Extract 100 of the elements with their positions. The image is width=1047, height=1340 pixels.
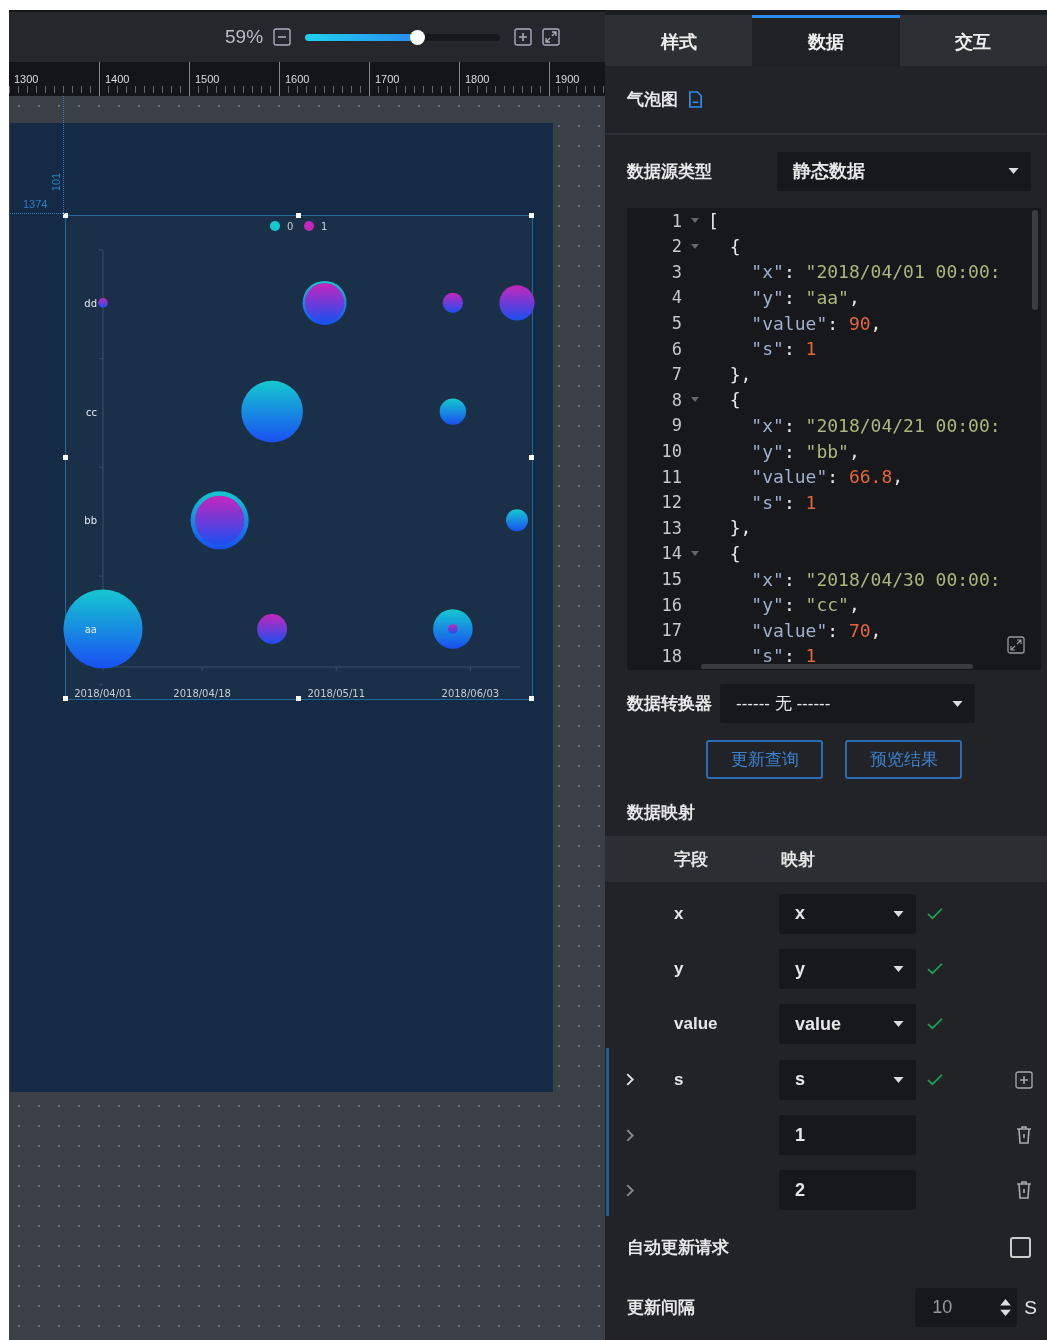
code-line: "s": 1	[750, 338, 817, 360]
line-number: 9	[670, 415, 682, 436]
fold-icon[interactable]	[691, 243, 699, 249]
field-label: 数据源类型	[627, 161, 712, 183]
ruler-label: 1400	[105, 73, 130, 85]
fold-icon[interactable]	[691, 218, 699, 224]
mapping-select[interactable]: s	[779, 1059, 916, 1100]
code-line: "value": 90,	[750, 312, 882, 334]
source-type-select[interactable]: 静态数据	[777, 152, 1031, 191]
outline-button[interactable]: 预览结果	[845, 740, 962, 780]
bubble[interactable]	[506, 509, 528, 532]
bubble[interactable]	[433, 609, 473, 649]
y-axis-label: cc	[86, 406, 97, 418]
resize-handle[interactable]	[296, 696, 301, 701]
ruler-label: 1500	[195, 73, 220, 85]
line-number: 7	[670, 364, 682, 385]
ruler-label: 1300	[14, 73, 39, 85]
resize-handle[interactable]	[63, 454, 68, 460]
panel-tab[interactable]: 数据	[752, 15, 900, 67]
guide-label: 101	[50, 172, 63, 192]
line-number: 14	[660, 543, 682, 564]
code-editor[interactable]	[627, 207, 1041, 671]
line-number: 6	[670, 338, 682, 359]
value-field[interactable]: 1	[779, 1115, 916, 1155]
bubble[interactable]	[195, 495, 245, 545]
bubble[interactable]	[98, 298, 108, 308]
bubble[interactable]	[439, 398, 467, 425]
code-line: "y": "aa",	[750, 286, 860, 308]
bubble[interactable]	[257, 614, 288, 644]
fold-icon[interactable]	[691, 550, 699, 556]
mapping-select[interactable]: value	[779, 1004, 916, 1045]
resize-handle[interactable]	[529, 213, 534, 218]
code-line: "s": 1	[750, 491, 817, 513]
ruler-label: 1900	[555, 73, 580, 85]
legend-label: 0	[287, 221, 294, 232]
legend-label: 1	[321, 221, 328, 232]
x-axis-label: 2018/04/18	[173, 688, 231, 699]
zoom-in-icon[interactable]	[514, 28, 533, 46]
panel-tab[interactable]: 交互	[899, 15, 1047, 67]
caret-icon	[893, 1021, 904, 1028]
resize-handle[interactable]	[529, 696, 534, 701]
bubble[interactable]	[442, 292, 463, 313]
line-number: 10	[660, 441, 682, 462]
fullscreen-icon[interactable]	[542, 28, 561, 46]
code-line: "y": "bb",	[750, 440, 860, 462]
caret-icon	[893, 910, 904, 917]
x-axis-label: 2018/05/11	[307, 688, 366, 699]
field-label: 更新间隔	[627, 1297, 695, 1320]
mapping-select[interactable]: y	[779, 949, 916, 990]
line-number: 12	[660, 492, 682, 513]
ruler-label: 1800	[465, 73, 490, 85]
section-title: 数据映射	[626, 801, 696, 824]
x-axis-label: 2018/06/03	[441, 688, 500, 699]
expand-icon[interactable]	[1007, 636, 1025, 655]
code-line: {	[728, 389, 741, 411]
mapping-select[interactable]: x	[779, 893, 916, 934]
bubble[interactable]	[241, 380, 303, 443]
bubble[interactable]	[304, 283, 345, 323]
bubble[interactable]	[499, 285, 535, 321]
unit-label: S	[1024, 1296, 1037, 1319]
document-icon[interactable]	[688, 91, 703, 109]
resize-handle[interactable]	[63, 213, 68, 218]
code-line: },	[728, 363, 752, 385]
column-header: 映射	[781, 848, 815, 871]
ruler-label: 1700	[375, 73, 400, 85]
code-line: "value": 66.8,	[750, 466, 904, 488]
line-number: 15	[660, 569, 682, 589]
field-name: s	[674, 1069, 684, 1089]
field-name: value	[674, 1014, 718, 1034]
y-axis-label: dd	[84, 297, 97, 309]
column-header: 字段	[673, 848, 709, 871]
caret-icon	[952, 700, 963, 707]
spinner-icon[interactable]	[1000, 1299, 1012, 1317]
converter-select[interactable]: ------ 无 ------	[720, 684, 975, 724]
zoom-level: 59%	[225, 26, 264, 48]
outline-button[interactable]: 更新查询	[706, 740, 823, 780]
trash-icon[interactable]	[1015, 1181, 1033, 1200]
component-title: 气泡图	[627, 89, 678, 112]
add-icon[interactable]	[1015, 1070, 1033, 1089]
checkbox[interactable]	[1010, 1237, 1031, 1258]
code-line: "x": "2018/04/30 00:00:	[750, 568, 1001, 590]
code-line: "s": 1	[750, 645, 817, 667]
line-number: 2	[670, 236, 682, 257]
number-input[interactable]: 10	[915, 1288, 1018, 1328]
field-label: 数据转换器	[627, 693, 712, 716]
resize-handle[interactable]	[296, 213, 301, 218]
fold-icon[interactable]	[691, 397, 699, 403]
resize-handle[interactable]	[63, 696, 68, 701]
bubble-chart[interactable]: 0 1 dd cc bb aa 2018/04/01 2018/04/18 2018/05/11 2018/06/03	[65, 215, 533, 700]
zoom-out-icon[interactable]	[273, 28, 292, 46]
caret-icon	[1008, 168, 1019, 175]
caret-icon	[893, 966, 904, 973]
value-field[interactable]: 2	[779, 1170, 916, 1211]
bubble[interactable]	[63, 589, 143, 669]
field-name: x	[674, 903, 684, 923]
trash-icon[interactable]	[1015, 1126, 1033, 1144]
line-number: 5	[670, 313, 682, 334]
resize-handle[interactable]	[529, 454, 534, 460]
code-line: },	[728, 517, 752, 539]
panel-tab[interactable]: 样式	[605, 15, 753, 67]
